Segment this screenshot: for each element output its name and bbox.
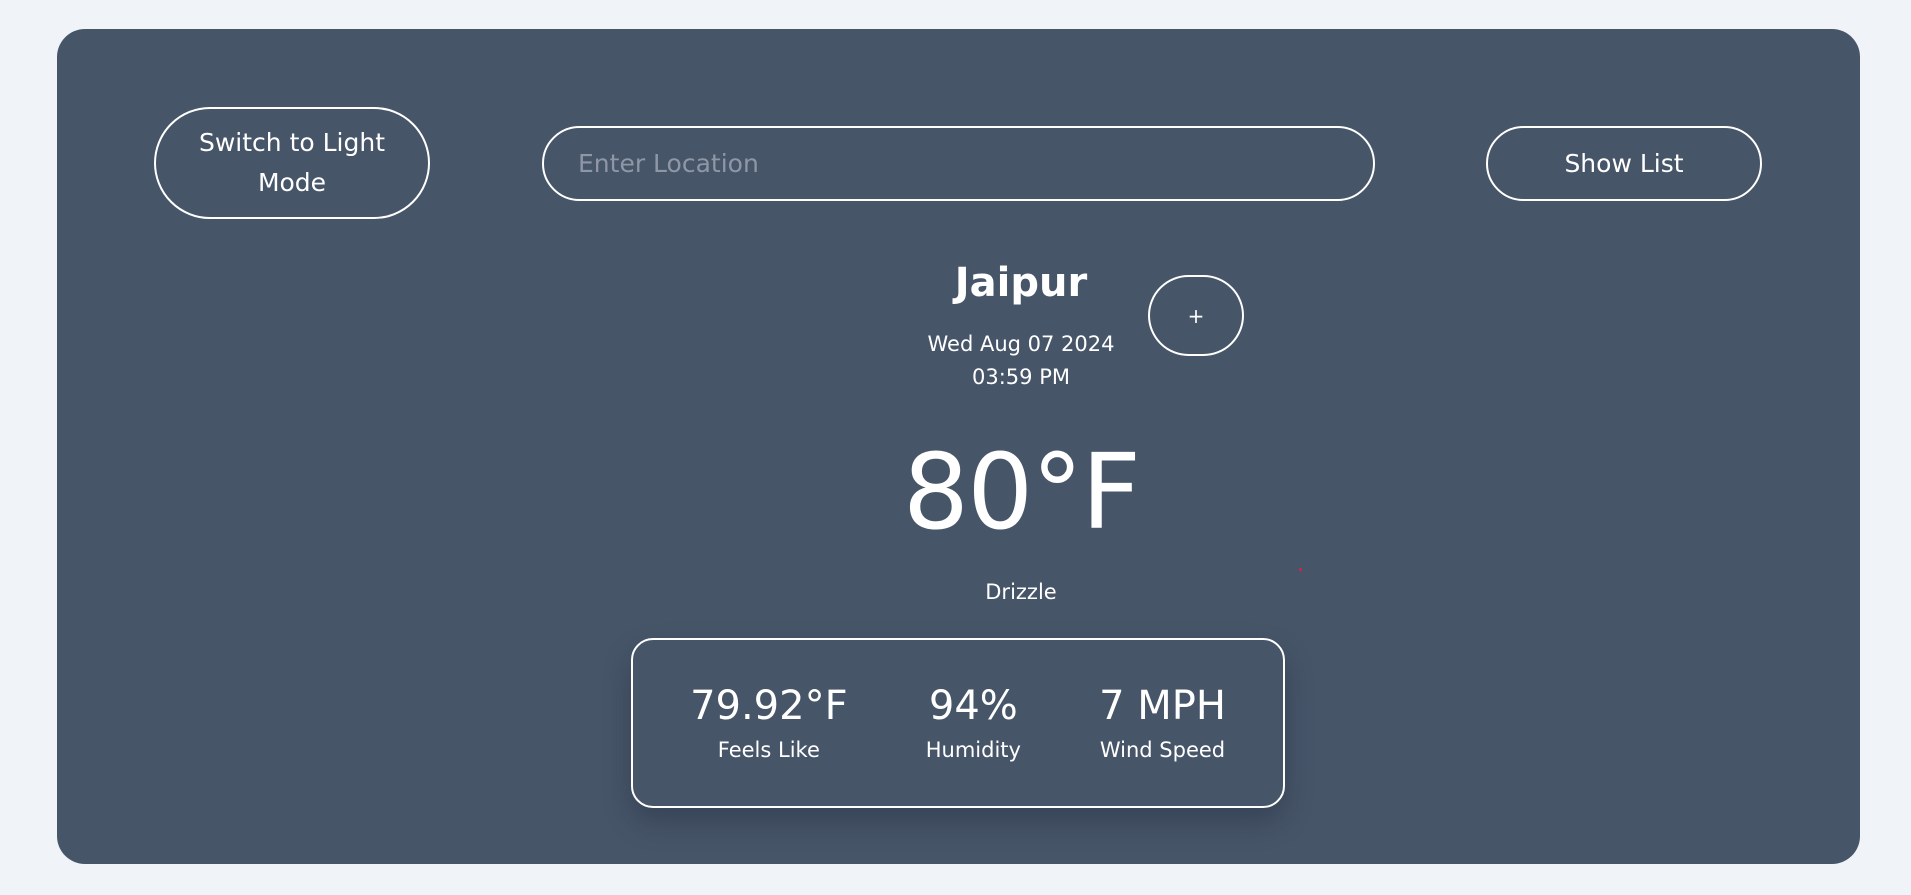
feels-like-value: 79.92°F <box>690 683 848 729</box>
humidity-label: Humidity <box>925 738 1021 762</box>
humidity-stat: 94% Humidity <box>926 680 1021 766</box>
wind-speed-value: 7 MPH <box>1099 683 1226 729</box>
weather-card: Switch to Light Mode Show List Jaipur We… <box>57 29 1860 864</box>
wind-speed-stat: 7 MPH Wind Speed <box>1099 680 1226 766</box>
show-list-button[interactable]: Show List <box>1486 126 1762 201</box>
decorative-dot <box>1299 568 1302 571</box>
feels-like-label: Feels Like <box>717 738 820 762</box>
current-time: 03:59 PM <box>972 365 1070 389</box>
wind-speed-label: Wind Speed <box>1099 738 1226 762</box>
location-search-input[interactable] <box>542 126 1375 201</box>
weather-condition: Drizzle <box>985 580 1057 604</box>
temperature-display: 80°F <box>902 431 1141 553</box>
theme-toggle-button[interactable]: Switch to Light Mode <box>154 107 430 219</box>
humidity-value: 94% <box>928 683 1018 729</box>
weather-stats-panel: 79.92°F Feels Like 94% Humidity 7 MPH Wi… <box>631 638 1285 808</box>
feels-like-stat: 79.92°F Feels Like <box>690 680 848 766</box>
add-location-button[interactable]: + <box>1148 275 1244 356</box>
